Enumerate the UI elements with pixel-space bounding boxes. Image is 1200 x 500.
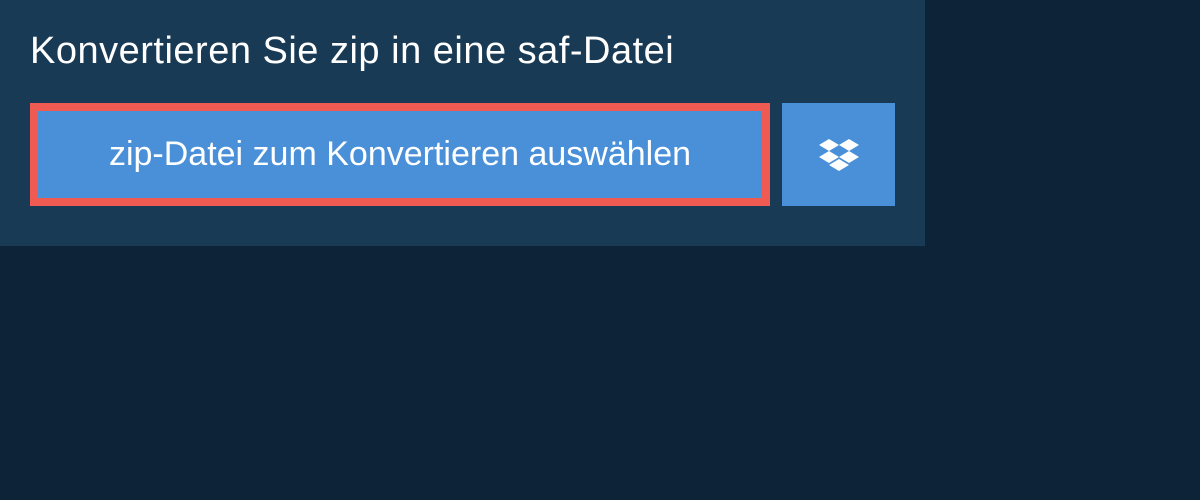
dropbox-button[interactable] (782, 103, 895, 206)
select-file-label: zip-Datei zum Konvertieren auswählen (109, 135, 691, 174)
button-row: zip-Datei zum Konvertieren auswählen (30, 103, 895, 206)
page-title: Konvertieren Sie zip in eine saf-Datei (30, 30, 674, 73)
title-section: Konvertieren Sie zip in eine saf-Datei (30, 30, 674, 103)
converter-panel: Konvertieren Sie zip in eine saf-Datei z… (0, 0, 925, 246)
dropbox-icon (819, 135, 859, 175)
select-file-button[interactable]: zip-Datei zum Konvertieren auswählen (30, 103, 770, 206)
